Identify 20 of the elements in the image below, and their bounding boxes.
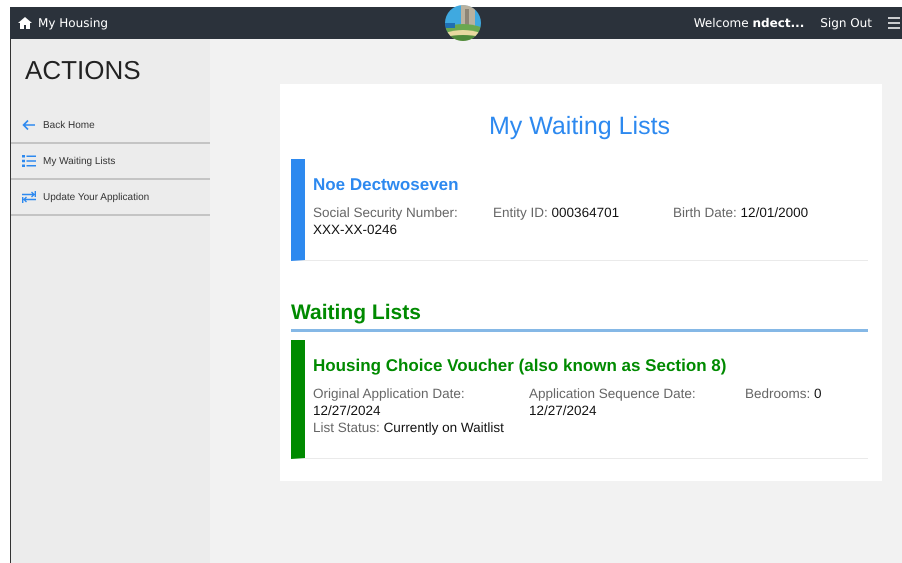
home-link[interactable]: My Housing: [10, 16, 108, 30]
sidebar-heading: ACTIONS: [25, 55, 142, 86]
swap-arrows-icon: [22, 191, 36, 203]
field-text: Application Sequence Date: 12/27/2024: [529, 385, 697, 419]
home-icon: [18, 17, 32, 29]
field-text: Bedrooms: 0: [745, 385, 823, 403]
field-text: List Status: Currently on Waitlist: [313, 419, 505, 436]
waiting-list-title: Housing Choice Voucher (also known as Section 8): [313, 356, 728, 376]
sign-out-link[interactable]: Sign Out: [820, 16, 872, 30]
person-name: Noe Dectwoseven: [313, 175, 460, 195]
section-heading: Waiting Lists: [291, 301, 868, 332]
field-text: Original Application Date: 12/27/2024: [313, 385, 466, 419]
list-icon: [22, 155, 36, 167]
field-text: Social Security Number: XXX-XX-0246: [313, 204, 459, 238]
field-text: Birth Date: 12/01/2000: [673, 204, 810, 222]
page-title: My Waiting Lists: [488, 112, 672, 141]
menu-icon[interactable]: [888, 17, 900, 29]
left-arrow-icon: [22, 119, 36, 131]
field-text: Entity ID: 000364701: [493, 204, 620, 222]
welcome-text: Welcome ndect...: [694, 16, 804, 30]
